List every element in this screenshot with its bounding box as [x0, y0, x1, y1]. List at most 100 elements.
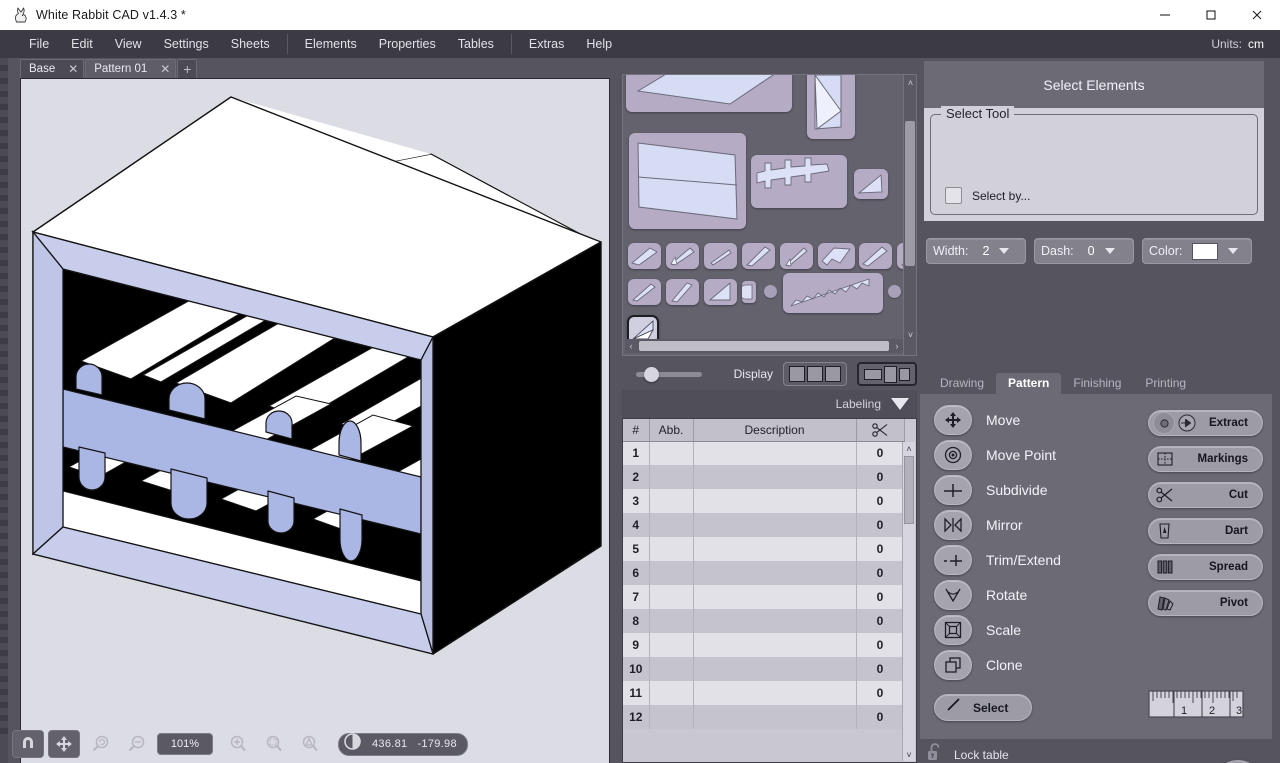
table-row[interactable]: 110: [623, 681, 904, 705]
table-row[interactable]: 100: [623, 657, 904, 681]
dash-dropdown[interactable]: Dash: 0: [1034, 238, 1134, 264]
cell-description[interactable]: [693, 489, 856, 513]
shape-tile-tiny-curve[interactable]: [742, 281, 756, 303]
display-slider-knob[interactable]: [644, 367, 659, 382]
shape-tile-notched-strip[interactable]: [751, 155, 847, 208]
cell-description[interactable]: [693, 657, 856, 681]
coordinate-readout[interactable]: 436.81 -179.98: [338, 733, 468, 756]
zoom-region-icon[interactable]: [258, 730, 290, 758]
3d-viewport[interactable]: [20, 78, 610, 763]
cell-cut-count[interactable]: 0: [856, 657, 904, 681]
chevron-down-icon[interactable]: [1105, 248, 1115, 254]
document-tab-base[interactable]: Base ✕: [20, 59, 84, 78]
scroll-down-icon[interactable]: ˅: [905, 328, 916, 341]
table-row[interactable]: 40: [623, 513, 904, 537]
menu-item-settings[interactable]: Settings: [153, 30, 220, 58]
cell-cut-count[interactable]: 0: [856, 537, 904, 561]
three-equal-panes-icon[interactable]: [783, 362, 847, 386]
cell-description[interactable]: [693, 561, 856, 585]
table-scroll-thumb[interactable]: [904, 456, 914, 524]
cell-description[interactable]: [693, 537, 856, 561]
menu-item-properties[interactable]: Properties: [368, 30, 447, 58]
column-header-abbreviation[interactable]: Abb.: [649, 419, 693, 441]
cell-cut-count[interactable]: 0: [856, 705, 904, 729]
menu-item-view[interactable]: View: [104, 30, 153, 58]
tab-close-icon[interactable]: ✕: [159, 62, 171, 76]
table-row[interactable]: 70: [623, 585, 904, 609]
select-button[interactable]: Select: [934, 694, 1032, 721]
asymmetric-panes-icon[interactable]: [857, 362, 917, 386]
palette-hscroll-thumb[interactable]: [639, 341, 889, 351]
tool-subdivide[interactable]: Subdivide: [934, 472, 1119, 507]
cell-cut-count[interactable]: 0: [856, 513, 904, 537]
shape-tile-fold-5[interactable]: [780, 243, 813, 269]
zoom-fit-icon[interactable]: [294, 730, 326, 758]
maximize-icon[interactable]: [1188, 0, 1234, 30]
cell-abbreviation[interactable]: [649, 465, 693, 489]
cell-cut-count[interactable]: 0: [856, 465, 904, 489]
menu-item-elements[interactable]: Elements: [294, 30, 368, 58]
menu-item-edit[interactable]: Edit: [60, 30, 104, 58]
table-row[interactable]: 80: [623, 609, 904, 633]
select-by-row[interactable]: Select by...: [945, 187, 1030, 204]
cell-description[interactable]: [693, 633, 856, 657]
cell-cut-count[interactable]: 0: [856, 561, 904, 585]
cell-abbreviation[interactable]: [649, 633, 693, 657]
cell-abbreviation[interactable]: [649, 609, 693, 633]
cell-cut-count[interactable]: 0: [856, 633, 904, 657]
color-swatch[interactable]: [1192, 243, 1218, 260]
table-row[interactable]: 10: [623, 441, 904, 465]
add-tab-button[interactable]: +: [177, 59, 197, 78]
zoom-level-field[interactable]: 101%: [157, 733, 213, 755]
magnet-icon[interactable]: [12, 730, 44, 758]
select-by-checkbox[interactable]: [945, 187, 962, 204]
tab-finishing[interactable]: Finishing: [1061, 373, 1133, 394]
cell-cut-count[interactable]: 0: [856, 585, 904, 609]
tab-drawing[interactable]: Drawing: [928, 373, 996, 394]
menu-item-tables[interactable]: Tables: [447, 30, 505, 58]
cell-description[interactable]: [693, 681, 856, 705]
caret-down-icon[interactable]: [891, 398, 909, 410]
column-header-description[interactable]: Description: [693, 419, 856, 441]
cell-cut-count[interactable]: 0: [856, 441, 904, 465]
cell-cut-count[interactable]: 0: [856, 489, 904, 513]
menu-item-file[interactable]: File: [18, 30, 60, 58]
menu-item-help[interactable]: Help: [575, 30, 623, 58]
shape-tile-fold-6[interactable]: [818, 243, 855, 269]
cell-description[interactable]: [693, 705, 856, 729]
scroll-right-icon[interactable]: ›: [891, 341, 903, 351]
tool-scale[interactable]: Scale: [934, 612, 1119, 647]
table-row[interactable]: 20: [623, 465, 904, 489]
shape-tile-small-diagonal[interactable]: [854, 169, 888, 199]
minimize-icon[interactable]: [1142, 0, 1188, 30]
tool-clone[interactable]: Clone: [934, 647, 1119, 682]
shape-tile-fold-9[interactable]: [628, 279, 661, 305]
cell-abbreviation[interactable]: [649, 537, 693, 561]
zoom-reset-icon[interactable]: [84, 730, 116, 758]
close-icon[interactable]: [1234, 0, 1280, 30]
shape-palette[interactable]: ˄ ˅ ‹ ›: [622, 74, 917, 356]
tool-trim-extend[interactable]: Trim/Extend: [934, 542, 1119, 577]
shape-tile-sawtooth[interactable]: [783, 273, 883, 313]
shape-tile-fold-7[interactable]: [859, 243, 892, 269]
shape-tile-fold-4[interactable]: [742, 243, 775, 269]
button-dart[interactable]: Dart: [1148, 518, 1263, 544]
tool-rotate[interactable]: Rotate: [934, 577, 1119, 612]
button-markings[interactable]: Markings: [1148, 446, 1263, 472]
pan-icon[interactable]: [48, 730, 80, 758]
chevron-down-icon[interactable]: [999, 248, 1009, 254]
tab-printing[interactable]: Printing: [1133, 373, 1198, 394]
shape-tile-fold-3[interactable]: [704, 243, 737, 269]
button-spread[interactable]: Spread: [1148, 554, 1263, 580]
lock-table-row[interactable]: Lock table: [926, 742, 1009, 763]
ruler-icon[interactable]: 1 2 3: [1148, 688, 1244, 725]
cell-cut-count[interactable]: 0: [856, 681, 904, 705]
document-tab-pattern-01[interactable]: Pattern 01 ✕: [85, 59, 176, 78]
menu-item-sheets[interactable]: Sheets: [220, 30, 281, 58]
button-cut[interactable]: Cut: [1148, 482, 1263, 508]
cell-abbreviation[interactable]: [649, 705, 693, 729]
table-row[interactable]: 120: [623, 705, 904, 729]
palette-scroll-thumb[interactable]: [905, 121, 915, 266]
tool-move-point[interactable]: Move Point: [934, 437, 1119, 472]
cell-description[interactable]: [693, 513, 856, 537]
